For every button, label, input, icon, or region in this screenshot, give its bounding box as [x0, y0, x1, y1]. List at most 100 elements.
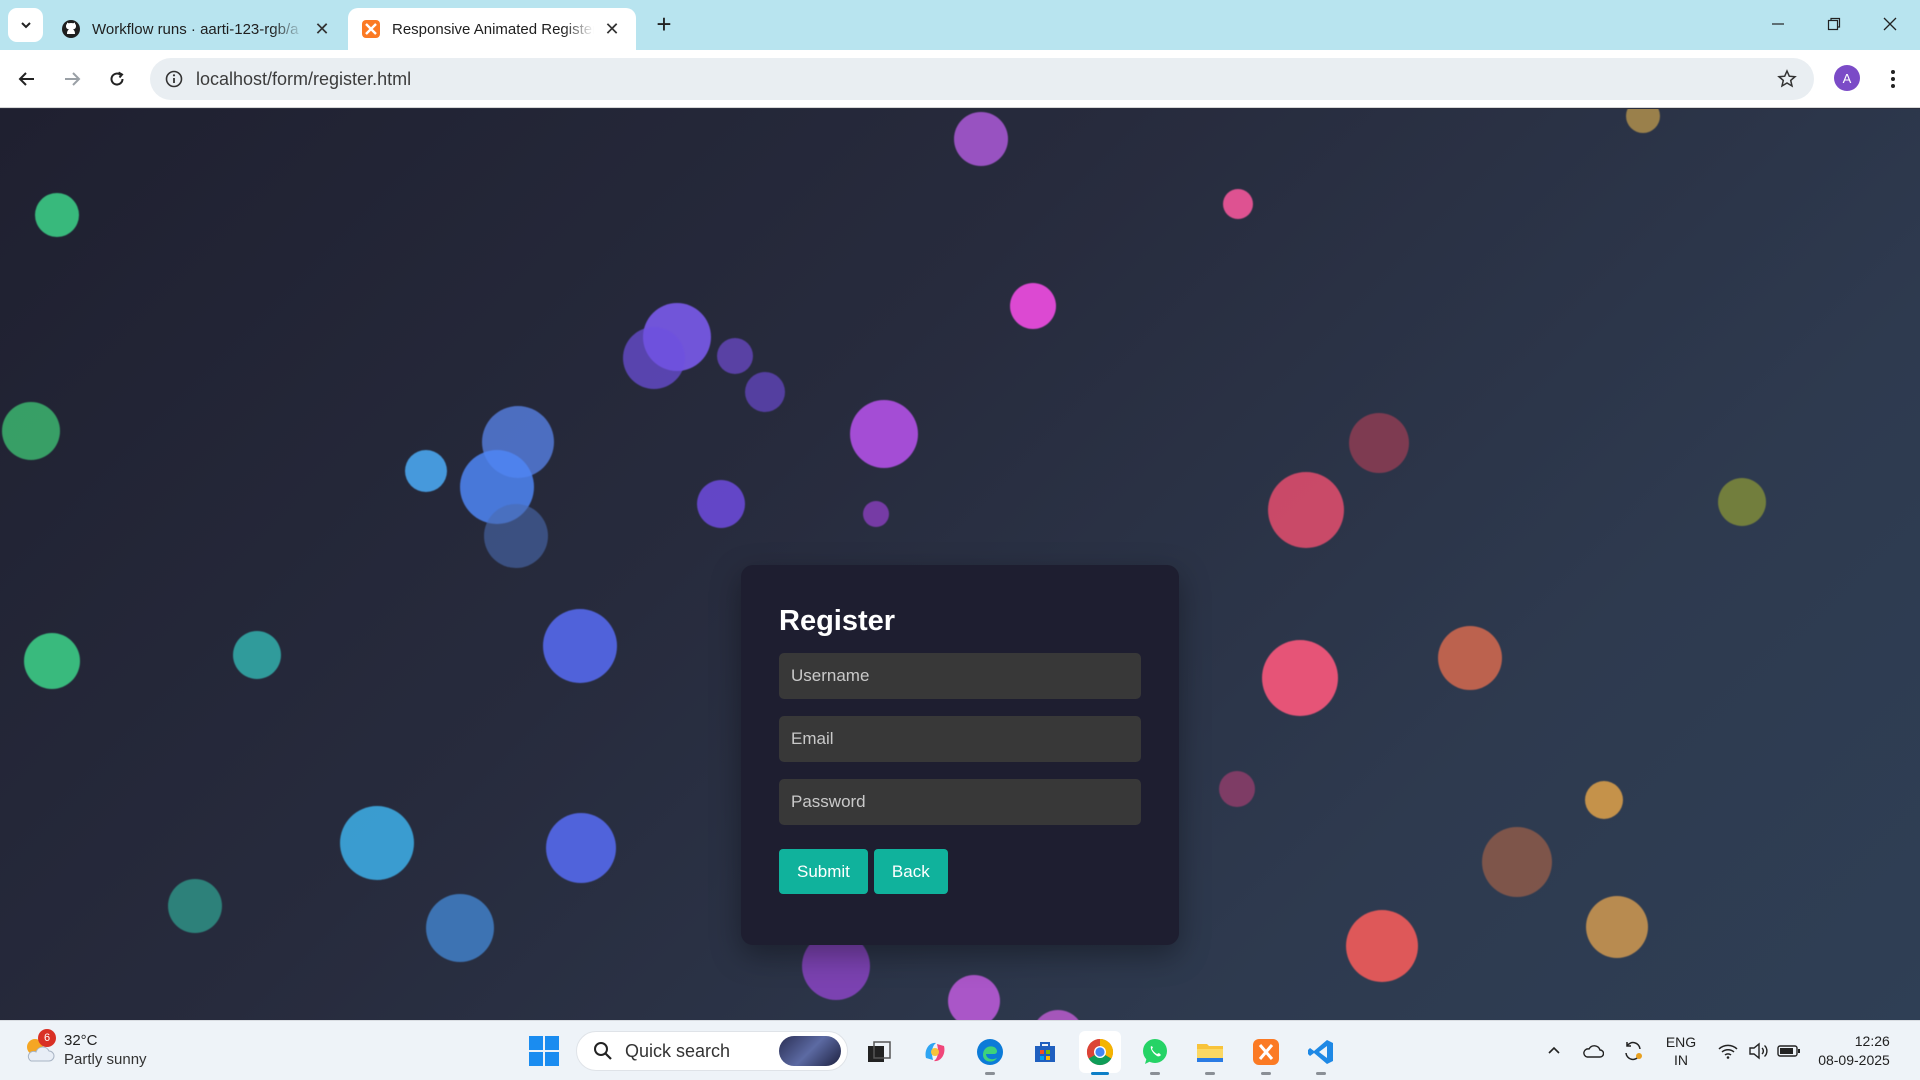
- close-tab-icon[interactable]: ✕: [310, 17, 334, 41]
- background-bubble: [1032, 1010, 1084, 1020]
- reload-icon: [110, 71, 124, 86]
- page-viewport: Register Submit Back: [0, 109, 1920, 1020]
- onedrive-icon[interactable]: [1578, 1021, 1608, 1080]
- weather-alert-badge: 6: [38, 1029, 56, 1047]
- file-explorer-icon[interactable]: [1189, 1031, 1231, 1075]
- browser-menu-button[interactable]: [1876, 62, 1910, 96]
- form-actions: Submit Back: [779, 849, 1141, 894]
- running-indicator: [1316, 1072, 1326, 1075]
- restore-button[interactable]: [1814, 8, 1854, 40]
- show-hidden-icons-button[interactable]: [1540, 1021, 1568, 1080]
- background-bubble: [1268, 472, 1344, 548]
- background-bubble: [954, 112, 1008, 166]
- background-bubble: [1718, 478, 1766, 526]
- username-input[interactable]: [779, 653, 1141, 699]
- region-code: IN: [1674, 1052, 1688, 1068]
- language-indicator[interactable]: ENG IN: [1656, 1021, 1706, 1080]
- chrome-icon[interactable]: [1079, 1031, 1121, 1075]
- windows-logo-icon: [529, 1036, 559, 1066]
- edge-icon[interactable]: [969, 1031, 1011, 1075]
- running-indicator: [1091, 1072, 1109, 1075]
- partly-sunny-icon: 6: [22, 1029, 56, 1067]
- address-bar[interactable]: localhost/form/register.html: [150, 58, 1814, 100]
- tab-search-button[interactable]: [8, 8, 43, 42]
- background-bubble: [697, 480, 745, 528]
- background-bubble: [24, 633, 80, 689]
- weather-text: 32°C Partly sunny: [64, 1031, 147, 1069]
- forward-button[interactable]: [55, 62, 89, 96]
- close-tab-icon[interactable]: ✕: [600, 17, 624, 41]
- password-input[interactable]: [779, 779, 1141, 825]
- task-view-icon[interactable]: [858, 1031, 900, 1073]
- background-bubble: [2, 402, 60, 460]
- profile-avatar[interactable]: A: [1834, 65, 1860, 91]
- arrow-right-icon: [65, 72, 81, 86]
- submit-button[interactable]: Submit: [779, 849, 868, 894]
- windows-taskbar: 6 32°C Partly sunny Quick search ENG IN …: [0, 1020, 1920, 1080]
- tab-workflow-runs[interactable]: Workflow runs · aarti-123-rgb/a ✕: [48, 8, 346, 50]
- background-bubble: [948, 975, 1000, 1020]
- battery-icon[interactable]: [1774, 1021, 1804, 1080]
- volume-icon[interactable]: [1744, 1021, 1772, 1080]
- background-bubble: [405, 450, 447, 492]
- xampp-icon: [360, 18, 382, 40]
- background-bubble: [233, 631, 281, 679]
- background-bubble: [546, 813, 616, 883]
- background-bubble: [1223, 189, 1253, 219]
- whatsapp-icon[interactable]: [1134, 1031, 1176, 1075]
- new-tab-button[interactable]: +: [650, 9, 678, 39]
- background-bubble: [168, 879, 222, 933]
- site-info-icon[interactable]: [162, 67, 186, 91]
- background-bubble: [745, 372, 785, 412]
- background-bubble: [1438, 626, 1502, 690]
- tab-register-form[interactable]: Responsive Animated Register F ✕: [348, 8, 636, 50]
- language-code: ENG: [1665, 1034, 1697, 1050]
- background-bubble: [1586, 896, 1648, 958]
- weather-widget[interactable]: 6 32°C Partly sunny: [22, 1029, 147, 1069]
- close-window-button[interactable]: [1870, 8, 1910, 40]
- microsoft-store-icon[interactable]: [1024, 1031, 1066, 1073]
- github-icon: [60, 18, 82, 40]
- running-indicator: [1205, 1072, 1215, 1075]
- url-text[interactable]: localhost/form/register.html: [196, 69, 1770, 90]
- weather-desc: Partly sunny: [64, 1051, 147, 1068]
- register-form: Register Submit Back: [741, 565, 1179, 945]
- wifi-icon[interactable]: [1714, 1021, 1742, 1080]
- clock[interactable]: 12:26 08-09-2025: [1812, 1021, 1896, 1080]
- background-bubble: [1346, 910, 1418, 982]
- start-button[interactable]: [528, 1035, 560, 1067]
- background-bubble: [543, 609, 617, 683]
- background-bubble: [1219, 771, 1255, 807]
- email-input[interactable]: [779, 716, 1141, 762]
- background-bubble: [1010, 283, 1056, 329]
- background-bubble: [1585, 781, 1623, 819]
- sync-icon[interactable]: [1618, 1021, 1648, 1080]
- back-button[interactable]: [10, 62, 44, 96]
- browser-toolbar: localhost/form/register.html A: [0, 50, 1920, 108]
- minimize-icon: [1772, 23, 1784, 25]
- search-label: Quick search: [625, 1040, 731, 1061]
- background-bubble: [1349, 413, 1409, 473]
- running-indicator: [985, 1072, 995, 1075]
- vscode-icon[interactable]: [1300, 1031, 1342, 1075]
- bookmark-star-icon[interactable]: [1770, 62, 1804, 96]
- weather-temp: 32°C: [64, 1032, 98, 1049]
- arrow-left-icon: [18, 72, 34, 86]
- back-button[interactable]: Back: [873, 849, 948, 894]
- search-icon: [591, 1039, 615, 1063]
- tab-title: Workflow runs · aarti-123-rgb/a: [92, 20, 299, 38]
- restore-icon: [1827, 17, 1841, 31]
- background-bubble: [850, 400, 918, 468]
- copilot-icon[interactable]: [914, 1031, 956, 1073]
- minimize-button[interactable]: [1758, 8, 1798, 40]
- form-heading: Register: [779, 605, 896, 637]
- background-bubble: [717, 338, 753, 374]
- search-highlight-image: [779, 1036, 841, 1066]
- close-icon: [1883, 17, 1897, 31]
- reload-button[interactable]: [100, 62, 134, 96]
- background-bubble: [623, 327, 685, 389]
- background-bubble: [863, 501, 889, 527]
- taskbar-search[interactable]: Quick search: [576, 1031, 848, 1071]
- xampp-icon[interactable]: [1245, 1031, 1287, 1075]
- tab-strip: Workflow runs · aarti-123-rgb/a ✕ Respon…: [0, 0, 1920, 50]
